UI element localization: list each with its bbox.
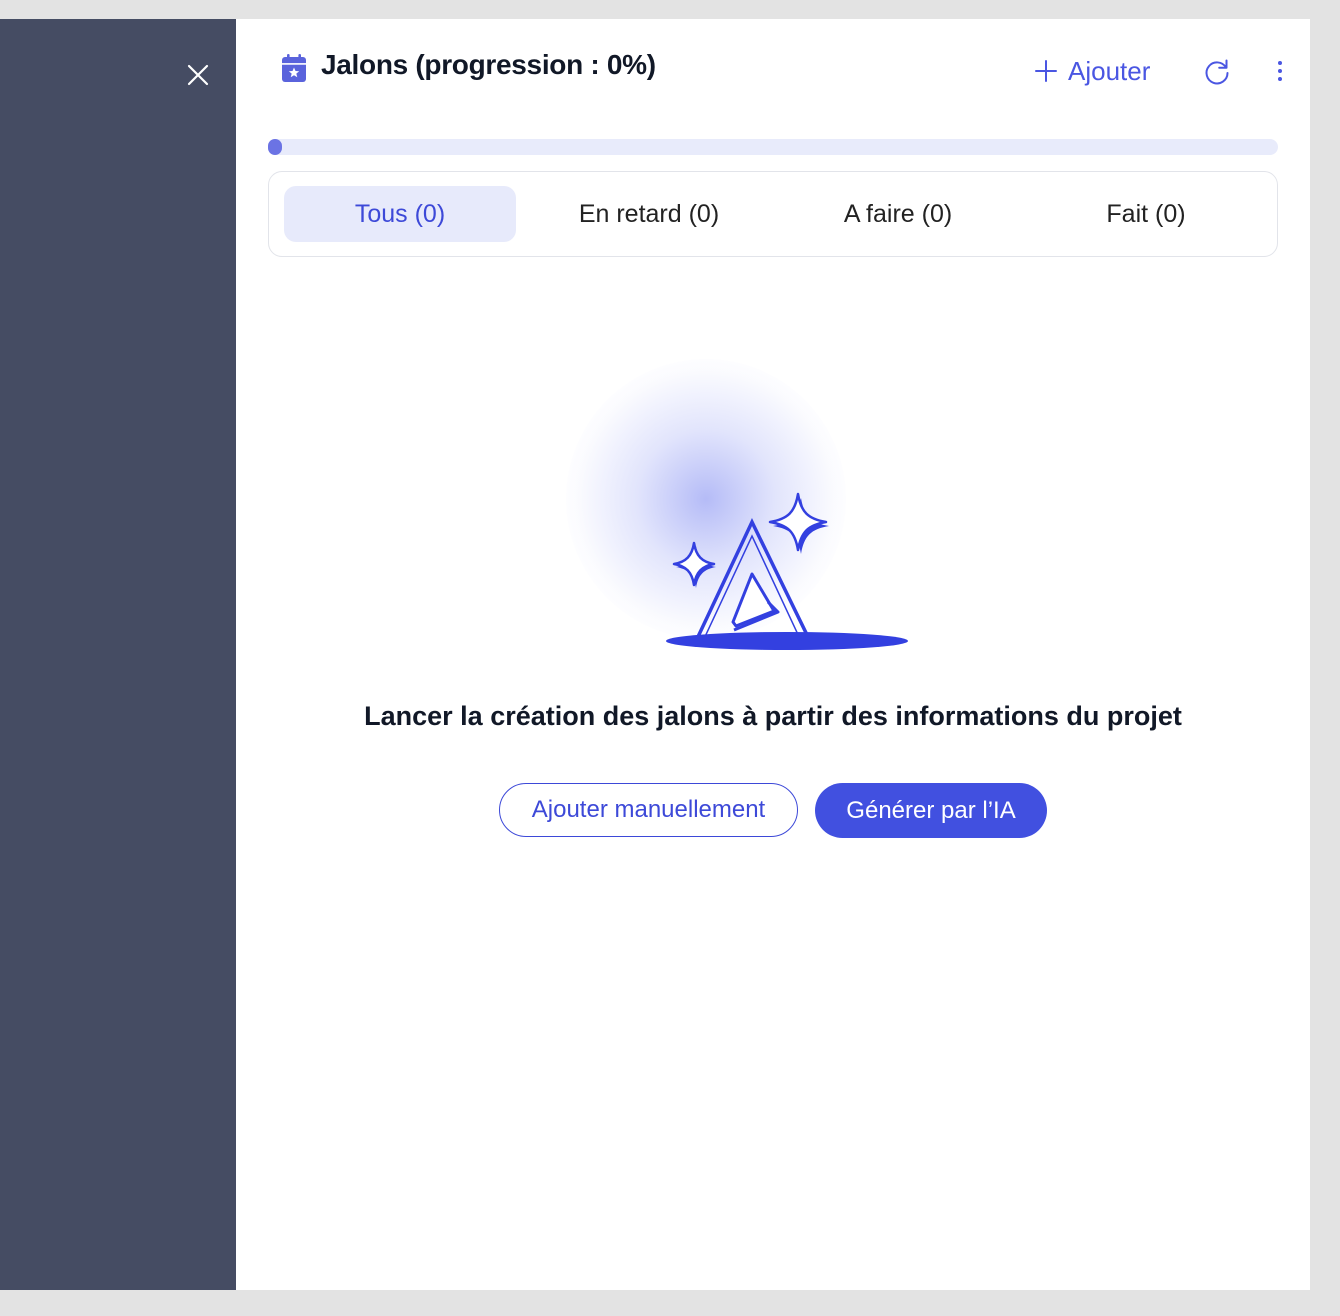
add-button-label: Ajouter [1068, 55, 1151, 86]
progress-fill [268, 139, 282, 155]
sparkle-large-icon [768, 492, 829, 554]
tab-done[interactable]: Fait (0) [1030, 186, 1262, 242]
close-button[interactable] [184, 61, 212, 89]
modal-overlay[interactable] [0, 19, 236, 1290]
progress-bar [268, 139, 1278, 155]
panel-title: Jalons (progression : 0%) [321, 49, 656, 80]
plus-icon [1035, 60, 1057, 82]
filter-tabs: Tous (0) En retard (0) A faire (0) Fait … [268, 171, 1278, 257]
close-icon [187, 64, 209, 86]
more-options-button[interactable] [1272, 57, 1288, 87]
more-vertical-icon [1278, 61, 1282, 81]
sparkle-small-icon [672, 541, 716, 588]
tab-todo[interactable]: A faire (0) [782, 186, 1014, 242]
calendar-star-icon [282, 54, 306, 82]
empty-state-message: Lancer la création des jalons à partir d… [364, 701, 1182, 731]
add-manually-button[interactable]: Ajouter manuellement [499, 783, 798, 837]
refresh-button[interactable] [1202, 57, 1232, 87]
generate-ai-button[interactable]: Générer par l’IA [815, 783, 1047, 838]
add-milestone-button[interactable]: Ajouter [1034, 53, 1150, 89]
tab-all[interactable]: Tous (0) [284, 186, 516, 242]
empty-state-illustration [666, 492, 908, 650]
tab-late[interactable]: En retard (0) [533, 186, 765, 242]
milestones-panel: Jalons (progression : 0%) Ajouter Tous (… [236, 19, 1310, 1290]
refresh-icon [1205, 59, 1229, 85]
